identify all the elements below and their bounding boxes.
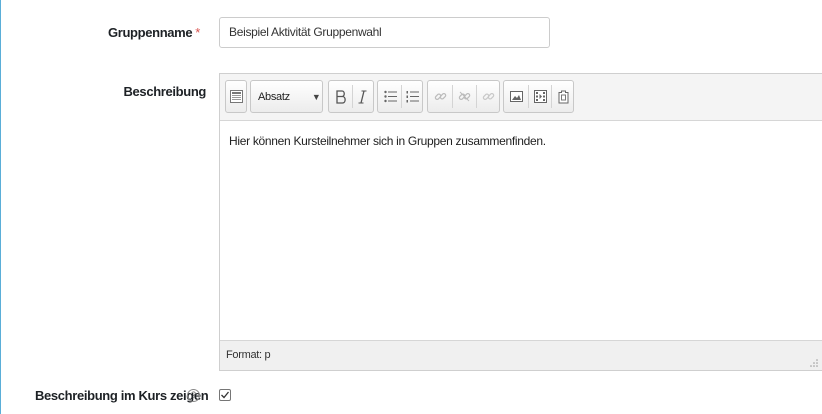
bold-button[interactable] (330, 81, 352, 112)
link-group (427, 80, 500, 113)
dropdown-arrow-icon: ▼ (311, 91, 321, 102)
paragraph-format-value: Absatz (258, 90, 290, 103)
manage-files-icon (558, 90, 568, 103)
form-left-border (0, 0, 1, 414)
toolbar-toggle-icon (229, 90, 243, 103)
media-group (503, 80, 574, 113)
editor-status-format: Format: p (226, 349, 271, 361)
show-description-label: Beschreibung im Kurs zeigen (35, 388, 209, 403)
resize-handle-icon[interactable] (810, 359, 818, 367)
unordered-list-icon (383, 90, 397, 103)
unlink-button[interactable] (453, 81, 475, 112)
required-marker: * (195, 25, 200, 40)
group-name-input[interactable]: Beispiel Aktivität Gruppenwahl (219, 17, 550, 48)
ordered-list-button[interactable] (401, 81, 423, 112)
editor-toolbar: Absatz ▼ (220, 74, 822, 121)
paragraph-format-select[interactable]: Absatz ▼ (250, 80, 323, 113)
link-disabled-button[interactable] (477, 81, 499, 112)
ordered-list-icon (406, 91, 419, 103)
editor-content[interactable]: Hier können Kursteilnehmer sich in Grupp… (220, 122, 822, 341)
media-icon (533, 90, 547, 103)
image-button[interactable] (505, 81, 527, 112)
link-button[interactable] (429, 81, 451, 112)
image-icon (509, 91, 523, 102)
italic-icon (358, 90, 367, 103)
checkmark-icon (221, 391, 230, 399)
group-name-label: Gruppenname * (108, 25, 200, 40)
list-group (377, 80, 423, 113)
unlink-icon (458, 91, 470, 102)
link-icon (434, 92, 446, 100)
italic-button[interactable] (352, 81, 374, 112)
show-description-checkbox[interactable] (219, 389, 231, 401)
media-button[interactable] (529, 81, 551, 112)
help-icon[interactable]: ? (187, 389, 200, 402)
bold-icon (336, 89, 346, 104)
unordered-list-button[interactable] (379, 81, 401, 112)
description-editor: Absatz ▼ Hier können Kursteilnehmer sich… (219, 73, 822, 371)
editor-statusbar: Format: p (220, 340, 822, 370)
description-label: Beschreibung (123, 84, 207, 99)
link-disabled-icon (482, 92, 494, 100)
text-style-group (328, 80, 374, 113)
manage-files-button[interactable] (552, 81, 574, 112)
toggle-toolbar-button[interactable] (225, 80, 247, 113)
